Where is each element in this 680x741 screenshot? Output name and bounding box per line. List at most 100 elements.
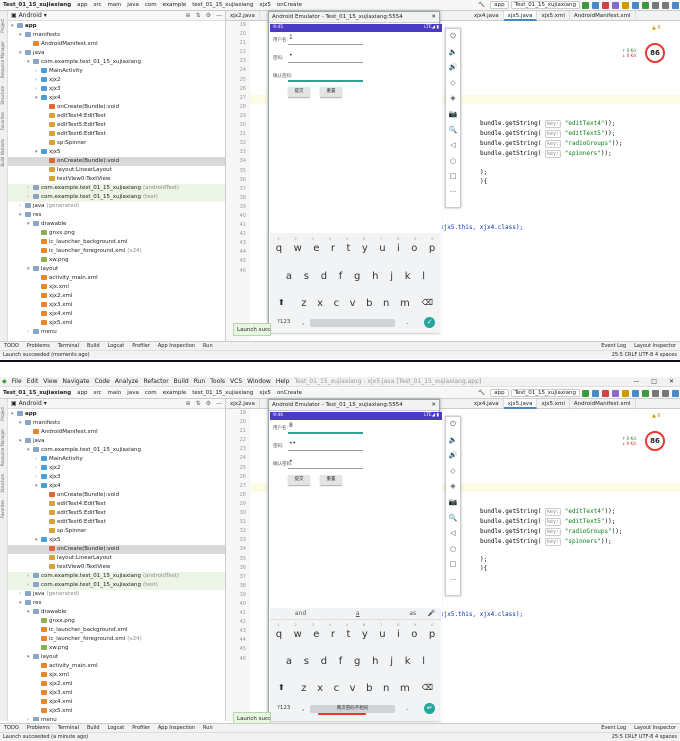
- device-dropdown[interactable]: Test_01_15_xujiaxiang: [510, 1, 580, 9]
- tool-tab-logcat[interactable]: Logcat: [108, 725, 125, 731]
- tool-tab-event-log[interactable]: Event Log: [601, 343, 626, 349]
- rotate-right-icon[interactable]: ◈: [446, 479, 460, 495]
- device-dropdown[interactable]: Test_01_15_xujiaxiang: [510, 389, 580, 397]
- editor-tab[interactable]: xjx2.java: [226, 399, 260, 409]
- keyboard-key[interactable]: 2: [295, 237, 297, 241]
- keyboard-key[interactable]: k: [405, 271, 411, 282]
- keyboard-key[interactable]: h: [372, 656, 378, 667]
- tree-item[interactable]: › com.example.test_01_15_xujiaxiang (test): [8, 193, 225, 202]
- sync-icon[interactable]: [631, 1, 639, 9]
- tree-item[interactable]: ▾ xjx5: [8, 148, 225, 157]
- rotate-left-icon[interactable]: ◇: [446, 76, 460, 92]
- keyboard-key[interactable]: o: [411, 629, 417, 640]
- tool-tab-todo[interactable]: TODO: [4, 725, 19, 731]
- submit-button[interactable]: 提交: [288, 87, 310, 97]
- tree-item[interactable]: onCreate(Bundle):void: [8, 491, 225, 500]
- check-icon[interactable]: ✓: [424, 317, 435, 328]
- menu-vcs[interactable]: VCS: [230, 378, 242, 385]
- keyboard-key[interactable]: 7: [380, 623, 382, 627]
- breadcrumb-item[interactable]: onCreate: [274, 390, 305, 396]
- suggestion-item[interactable]: and: [295, 610, 306, 617]
- tree-item[interactable]: › com.example.test_01_15_xujiaxiang (andro…: [8, 184, 225, 193]
- close-window-icon[interactable]: ✕: [669, 378, 674, 385]
- keyboard-key[interactable]: 1: [277, 623, 279, 627]
- tree-item[interactable]: ic_launcher_foreground.xml (v24): [8, 635, 225, 644]
- keyboard-key[interactable]: m: [400, 683, 410, 694]
- breadcrumb-item[interactable]: app: [74, 390, 90, 396]
- tree-item[interactable]: xw.png: [8, 256, 225, 265]
- keyboard-key[interactable]: 0: [431, 237, 433, 241]
- tree-item[interactable]: ▾ xjx5: [8, 536, 225, 545]
- breadcrumb-item[interactable]: app: [74, 2, 90, 8]
- tree-item[interactable]: layout:LinearLayout: [8, 554, 225, 563]
- minimize-window-icon[interactable]: —: [633, 378, 639, 385]
- period-key[interactable]: .: [406, 318, 408, 326]
- tree-item[interactable]: xjx3.xml: [8, 689, 225, 698]
- menu-run[interactable]: Run: [194, 378, 206, 385]
- tree-item[interactable]: › menu: [8, 716, 225, 721]
- back-icon[interactable]: ◁: [446, 138, 460, 154]
- suggestion-item[interactable]: as: [409, 610, 416, 617]
- more-icon[interactable]: ···: [446, 573, 460, 589]
- keyboard-key[interactable]: a: [286, 271, 292, 282]
- keyboard-key[interactable]: f: [339, 271, 343, 282]
- run-icon[interactable]: [581, 1, 589, 9]
- tree-item[interactable]: AndroidManifest.xml: [8, 40, 225, 49]
- keyboard-key[interactable]: 5: [346, 237, 348, 241]
- warning-count[interactable]: ▲ 6: [652, 413, 661, 419]
- tree-item[interactable]: › xjx3: [8, 473, 225, 482]
- keyboard-key[interactable]: v: [350, 683, 356, 694]
- apply-changes-icon[interactable]: [591, 1, 599, 9]
- keyboard-key[interactable]: p: [429, 629, 435, 640]
- keyboard-key[interactable]: t: [346, 243, 350, 254]
- tree-item[interactable]: sp:Spinner: [8, 527, 225, 536]
- target-icon[interactable]: ⊕: [186, 400, 191, 407]
- tool-tab-todo[interactable]: TODO: [4, 343, 19, 349]
- home-icon[interactable]: ○: [446, 154, 460, 170]
- collapse-icon[interactable]: ⇅: [196, 400, 201, 407]
- tree-item[interactable]: editText5:EditText: [8, 509, 225, 518]
- breadcrumb-item[interactable]: test_01_15_xujiaxiang: [189, 2, 256, 8]
- keyboard-key[interactable]: q: [276, 629, 282, 640]
- keyboard-key[interactable]: f: [339, 656, 343, 667]
- volume-down-icon[interactable]: 🔈: [446, 433, 460, 449]
- keyboard-key[interactable]: i: [397, 243, 400, 254]
- tree-item[interactable]: activity_main.xml: [8, 274, 225, 283]
- keyboard-key[interactable]: g: [354, 271, 360, 282]
- keyboard-key[interactable]: z: [301, 683, 306, 694]
- project-view-selector[interactable]: ▣ Android ▾: [11, 12, 181, 19]
- tree-item[interactable]: ▾ app: [8, 410, 225, 419]
- breadcrumb-item[interactable]: onCreate: [274, 2, 305, 8]
- keyboard-key[interactable]: h: [372, 271, 378, 282]
- tree-item[interactable]: ▾ xjx4: [8, 482, 225, 491]
- keyboard-key[interactable]: 6: [363, 623, 365, 627]
- back-icon[interactable]: ◁: [446, 526, 460, 542]
- volume-up-icon[interactable]: 🔊: [446, 448, 460, 464]
- keyboard-key[interactable]: m: [400, 298, 410, 309]
- keyboard-key[interactable]: u: [379, 629, 385, 640]
- tool-tab-run[interactable]: Run: [203, 343, 213, 349]
- stop-icon[interactable]: [601, 1, 609, 9]
- tree-item[interactable]: ic_launcher_foreground.xml (v24): [8, 247, 225, 256]
- symbols-key[interactable]: ?123: [277, 705, 290, 711]
- tree-item[interactable]: ▾ manifests: [8, 31, 225, 40]
- editor-tab[interactable]: xjx2.java: [226, 11, 260, 21]
- password-input[interactable]: ••: [289, 440, 296, 447]
- editor-tab[interactable]: xjx5.xml: [537, 399, 570, 409]
- keyboard-key[interactable]: l: [422, 656, 425, 667]
- keyboard-key[interactable]: e: [313, 243, 319, 254]
- profile-icon[interactable]: [621, 1, 629, 9]
- breadcrumb-item[interactable]: com: [142, 2, 160, 8]
- tree-item[interactable]: xjx5.xml: [8, 319, 225, 328]
- debug-icon[interactable]: [611, 389, 619, 397]
- keyboard-key[interactable]: t: [346, 629, 350, 640]
- menu-code[interactable]: Code: [94, 378, 109, 385]
- menu-help[interactable]: Help: [276, 378, 290, 385]
- keyboard-key[interactable]: 8: [397, 623, 399, 627]
- keyboard-key[interactable]: n: [383, 298, 389, 309]
- breadcrumb-item[interactable]: main: [105, 2, 125, 8]
- project-tool-tab[interactable]: Project: [0, 407, 5, 421]
- profile-icon[interactable]: [621, 389, 629, 397]
- tree-item[interactable]: editText4:EditText: [8, 500, 225, 509]
- tree-item[interactable]: ▾ res: [8, 599, 225, 608]
